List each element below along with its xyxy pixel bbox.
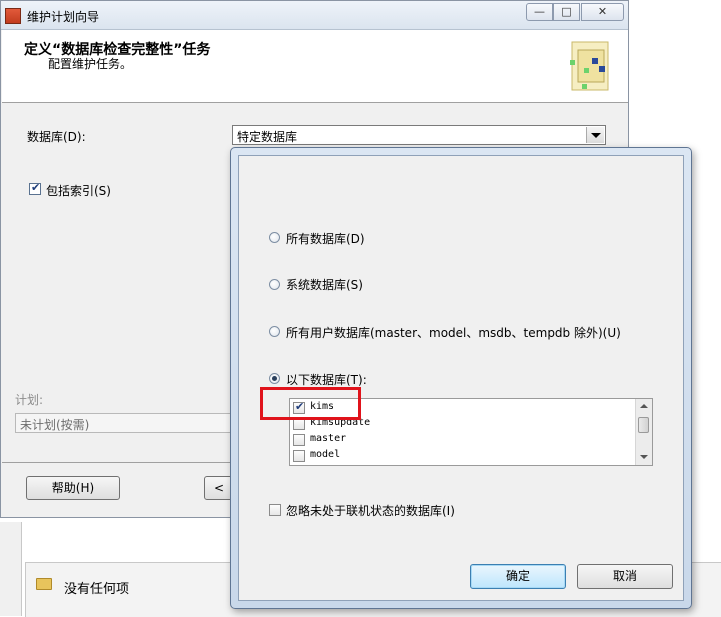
radio-all-databases-label[interactable]: 所有数据库(D) bbox=[286, 230, 365, 247]
help-button[interactable]: 帮助(H) bbox=[26, 476, 120, 500]
page-subtitle: 配置维护任务。 bbox=[48, 57, 133, 71]
ignore-offline-label[interactable]: 忽略未处于联机状态的数据库(I) bbox=[286, 502, 455, 519]
maximize-button[interactable]: □ bbox=[553, 3, 580, 21]
radio-system-databases[interactable] bbox=[269, 279, 280, 290]
chevron-down-icon[interactable] bbox=[586, 127, 604, 143]
schedule-label: 计划: bbox=[15, 393, 44, 407]
app-icon bbox=[5, 8, 21, 24]
background-left-pane bbox=[0, 522, 22, 616]
database-name: model bbox=[310, 449, 341, 460]
list-item[interactable]: master bbox=[293, 432, 633, 448]
schedule-field: 未计划(按需) bbox=[15, 413, 235, 433]
include-indexes-label[interactable]: 包括索引(S) bbox=[46, 182, 111, 199]
database-checkbox[interactable] bbox=[293, 450, 305, 462]
radio-these-databases[interactable] bbox=[269, 373, 280, 384]
radio-all-databases[interactable] bbox=[269, 232, 280, 243]
title-bar[interactable]: 维护计划向导 — □ ✕ bbox=[1, 1, 628, 30]
empty-list-text: 没有任何项 bbox=[64, 582, 130, 597]
minimize-button[interactable]: — bbox=[526, 3, 553, 21]
scroll-thumb[interactable] bbox=[638, 417, 649, 433]
scroll-up-icon[interactable] bbox=[640, 404, 648, 408]
radio-system-databases-label[interactable]: 系统数据库(S) bbox=[286, 276, 363, 293]
ignore-offline-checkbox[interactable] bbox=[269, 504, 281, 516]
ok-button[interactable]: 确定 bbox=[470, 564, 566, 589]
cancel-button[interactable]: 取消 bbox=[577, 564, 673, 589]
database-select[interactable]: 特定数据库 bbox=[232, 125, 606, 145]
database-label: 数据库(D): bbox=[27, 130, 86, 144]
highlight-annotation bbox=[260, 387, 361, 420]
wizard-header: 定义“数据库检查完整性”任务 配置维护任务。 bbox=[2, 30, 628, 103]
database-select-value: 特定数据库 bbox=[237, 130, 298, 144]
radio-user-databases[interactable] bbox=[269, 326, 280, 337]
database-name: master bbox=[310, 433, 347, 444]
list-item[interactable]: model bbox=[293, 448, 633, 464]
wizard-graphic-icon bbox=[570, 41, 609, 91]
close-button[interactable]: ✕ bbox=[581, 3, 624, 21]
database-checkbox[interactable] bbox=[293, 434, 305, 446]
list-scrollbar[interactable] bbox=[635, 399, 652, 465]
folder-icon bbox=[36, 578, 52, 590]
schedule-value: 未计划(按需) bbox=[20, 418, 90, 432]
window-title: 维护计划向导 bbox=[27, 10, 100, 24]
checkmark-icon: ✔ bbox=[31, 181, 41, 194]
include-indexes-checkbox[interactable]: ✔ bbox=[29, 181, 41, 195]
scroll-down-icon[interactable] bbox=[640, 455, 648, 459]
radio-user-databases-label[interactable]: 所有用户数据库(master、model、msdb、tempdb 除外)(U) bbox=[286, 324, 621, 341]
radio-these-databases-label[interactable]: 以下数据库(T): bbox=[286, 371, 367, 388]
